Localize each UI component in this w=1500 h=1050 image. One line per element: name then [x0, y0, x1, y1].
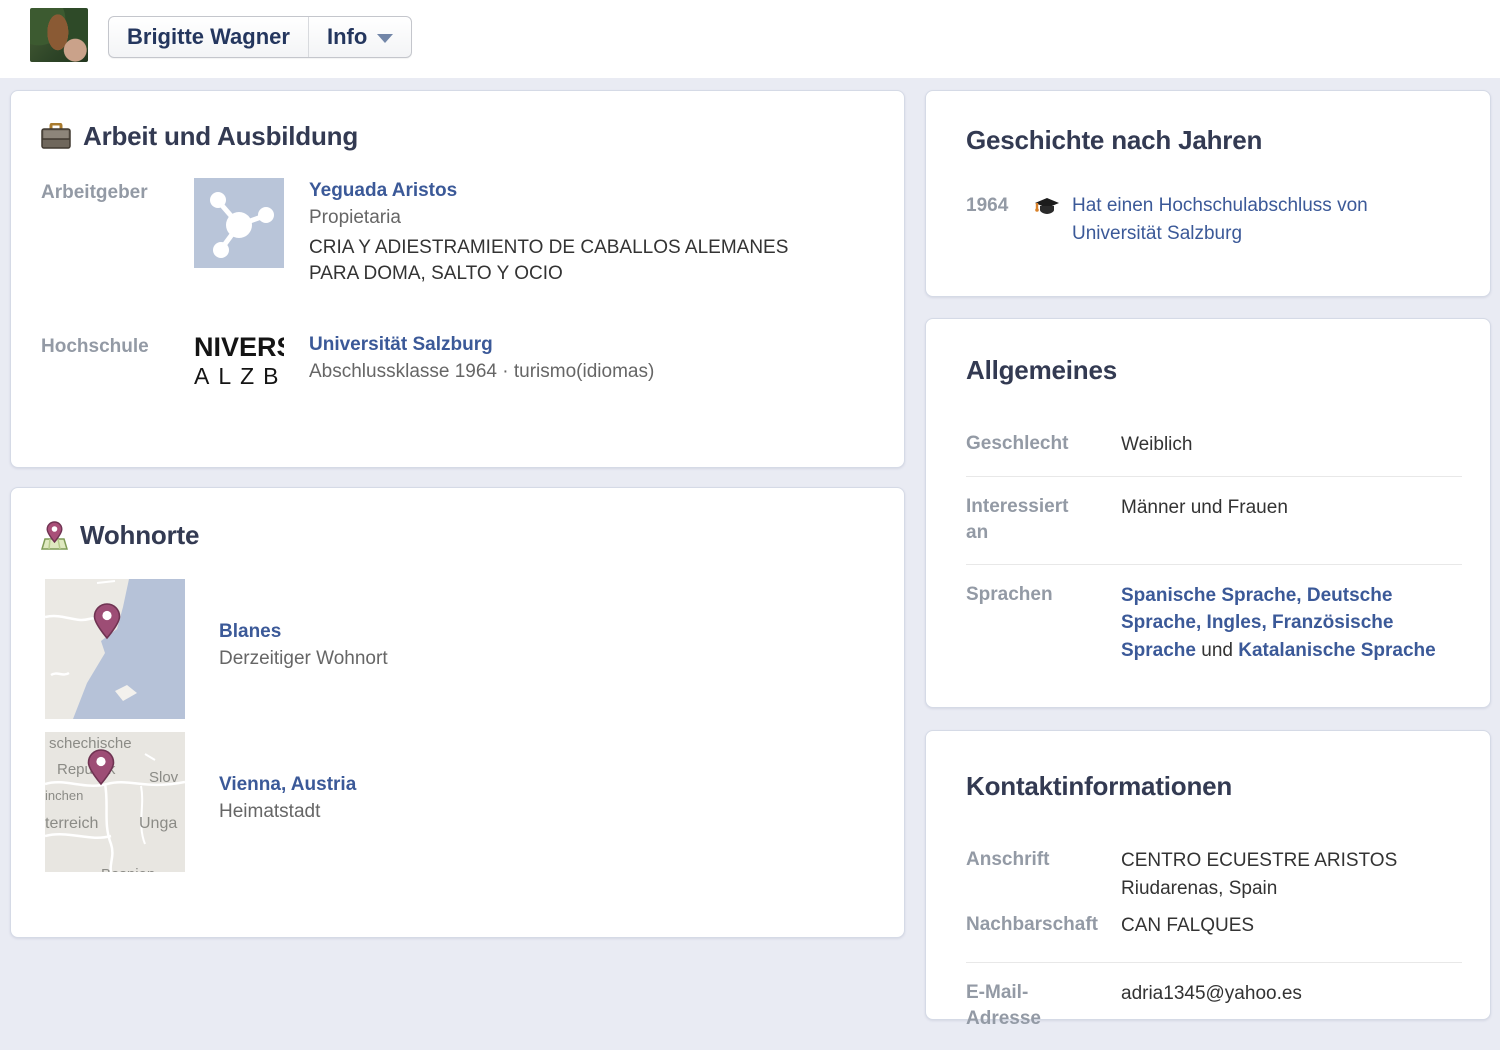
- neighborhood-value: CAN FALQUES: [1121, 912, 1254, 940]
- languages-value: Spanische Sprache, Deutsche Sprache, Ing…: [1121, 582, 1462, 665]
- email-row: E-Mail-Adresse adria1345@yahoo.es: [966, 963, 1462, 1050]
- current-city-row: Blanes Derzeitiger Wohnort: [45, 579, 876, 719]
- college-row: Hochschule NIVERS ALZB Universität Salzb…: [41, 332, 876, 400]
- college-label: Hochschule: [41, 332, 194, 358]
- address-row: Anschrift CENTRO ECUESTRE ARISTOS Riudar…: [966, 830, 1462, 906]
- vienna-map-thumbnail[interactable]: schechische Republik Slov inchen terreic…: [45, 732, 185, 872]
- university-logo: NIVERS ALZB: [194, 332, 284, 400]
- university-logo-text1: NIVERS: [194, 332, 284, 363]
- profile-name: Brigitte Wagner: [127, 24, 290, 50]
- college-details: Abschlussklasse 1964 · turismo(idiomas): [309, 361, 654, 383]
- history-card-title: Geschichte nach Jahren: [966, 125, 1462, 156]
- gender-row: Geschlecht Weiblich: [966, 414, 1462, 477]
- top-bar: Brigitte Wagner Info: [0, 0, 1500, 78]
- blanes-map-thumbnail[interactable]: [45, 579, 185, 719]
- employer-role: Propietaria: [309, 207, 814, 229]
- history-row: 1964 Hat einen Hochschulabschluss von Un…: [966, 192, 1462, 247]
- neighborhood-label: Nachbarschaft: [966, 912, 1121, 939]
- employer-label: Arbeitgeber: [41, 178, 194, 204]
- employer-row: Arbeitgeber Yeguada Aristos Propietaria …: [41, 178, 876, 286]
- info-tab-button[interactable]: Info: [308, 17, 411, 57]
- address-value: CENTRO ECUESTRE ARISTOS Riudarenas, Spai…: [1121, 847, 1397, 902]
- general-card-title: Allgemeines: [966, 355, 1462, 386]
- university-logo-text2: ALZB: [194, 363, 284, 391]
- gender-label: Geschlecht: [966, 431, 1121, 458]
- map-label: Slov: [149, 769, 179, 786]
- languages-last-link[interactable]: Katalanische Sprache: [1238, 640, 1435, 661]
- employer-description: CRIA Y ADIESTRAMIENTO DE CABALLOS ALEMAN…: [309, 235, 814, 286]
- hometown-type: Heimatstadt: [219, 801, 356, 823]
- languages-label: Sprachen: [966, 582, 1121, 609]
- address-line2: Riudarenas, Spain: [1121, 875, 1397, 903]
- history-card-title-text: Geschichte nach Jahren: [966, 125, 1262, 156]
- contact-table: Anschrift CENTRO ECUESTRE ARISTOS Riudar…: [966, 830, 1462, 1050]
- history-card: Geschichte nach Jahren 1964 Hat einen Ho…: [925, 90, 1491, 297]
- work-card-title: Arbeit und Ausbildung: [41, 121, 876, 152]
- current-city-type: Derzeitiger Wohnort: [219, 648, 388, 670]
- briefcase-icon: [41, 123, 71, 150]
- places-card-title-text: Wohnorte: [80, 520, 199, 551]
- map-label: schechische: [49, 735, 132, 752]
- college-link[interactable]: Universität Salzburg: [309, 334, 493, 356]
- interested-value: Männer und Frauen: [1121, 494, 1288, 522]
- map-label: inchen: [45, 788, 83, 803]
- places-card: Wohnorte Blanes Derzeitiger Wohnort: [10, 487, 905, 938]
- places-card-title: Wohnorte: [41, 520, 876, 551]
- hometown-row: schechische Republik Slov inchen terreic…: [45, 732, 876, 872]
- hometown-info: Vienna, Austria Heimatstadt: [219, 732, 356, 823]
- contact-card-title: Kontaktinformationen: [966, 771, 1462, 802]
- college-thumb[interactable]: NIVERS ALZB: [194, 332, 284, 400]
- languages-conjunction: und: [1196, 640, 1238, 661]
- map-label: Bosnien: [101, 866, 155, 872]
- work-card-title-text: Arbeit und Ausbildung: [83, 121, 358, 152]
- address-line1: CENTRO ECUESTRE ARISTOS: [1121, 847, 1397, 875]
- profile-nav: Brigitte Wagner Info: [108, 16, 412, 58]
- map-label: terreich: [45, 815, 98, 832]
- employer-info: Yeguada Aristos Propietaria CRIA Y ADIES…: [309, 178, 814, 286]
- languages-row: Sprachen Spanische Sprache, Deutsche Spr…: [966, 565, 1462, 682]
- hometown-link[interactable]: Vienna, Austria: [219, 774, 356, 796]
- company-placeholder-icon: [194, 178, 284, 268]
- map-label: Unga: [139, 815, 177, 832]
- info-tab-label: Info: [327, 24, 367, 50]
- work-education-card: Arbeit und Ausbildung Arbeitgeber Yeguad…: [10, 90, 905, 468]
- general-card: Allgemeines Geschlecht Weiblich Interess…: [925, 318, 1491, 708]
- employer-link[interactable]: Yeguada Aristos: [309, 180, 457, 202]
- avatar[interactable]: [30, 8, 88, 62]
- contact-card: Kontaktinformationen Anschrift CENTRO EC…: [925, 730, 1491, 1020]
- current-city-link[interactable]: Blanes: [219, 621, 281, 643]
- chevron-down-icon: [377, 34, 393, 43]
- interested-label: Interessiert an: [966, 494, 1121, 547]
- email-value: adria1345@yahoo.es: [1121, 980, 1302, 1008]
- neighborhood-row: Nachbarschaft CAN FALQUES: [966, 906, 1462, 963]
- contact-card-title-text: Kontaktinformationen: [966, 771, 1232, 802]
- employer-thumb[interactable]: [194, 178, 284, 268]
- profile-name-button[interactable]: Brigitte Wagner: [109, 17, 308, 57]
- interested-row: Interessiert an Männer und Frauen: [966, 477, 1462, 565]
- gender-value: Weiblich: [1121, 431, 1192, 459]
- history-event-link[interactable]: Hat einen Hochschulabschluss von Univers…: [1072, 192, 1372, 247]
- general-table: Geschlecht Weiblich Interessiert an Männ…: [966, 414, 1462, 681]
- address-label: Anschrift: [966, 847, 1121, 874]
- graduation-cap-icon: [1034, 197, 1060, 220]
- current-city-info: Blanes Derzeitiger Wohnort: [219, 579, 388, 670]
- email-label: E-Mail-Adresse: [966, 980, 1121, 1033]
- general-card-title-text: Allgemeines: [966, 355, 1117, 386]
- history-year: 1964: [966, 192, 1016, 220]
- college-info: Universität Salzburg Abschlussklasse 196…: [309, 332, 654, 383]
- map-pin-icon: [41, 521, 68, 550]
